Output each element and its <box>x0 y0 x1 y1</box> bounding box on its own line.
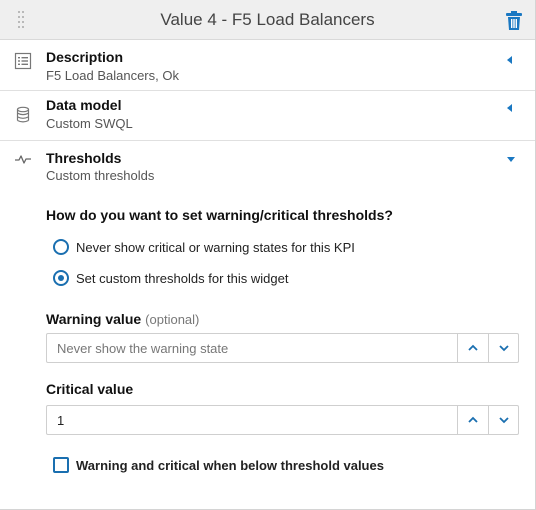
collapse-caret-icon[interactable] <box>507 157 515 162</box>
critical-value-label: Critical value <box>46 381 134 397</box>
radio-label[interactable]: Set custom thresholds for this widget <box>76 271 288 286</box>
decrement-button[interactable] <box>488 334 519 362</box>
radio-custom-thresholds[interactable] <box>53 270 69 286</box>
section-subtitle: Custom thresholds <box>46 168 155 183</box>
section-description[interactable]: Description F5 Load Balancers, Ok <box>0 41 535 91</box>
trash-icon[interactable] <box>506 11 522 30</box>
expand-caret-icon[interactable] <box>507 104 512 112</box>
chevron-down-icon <box>499 417 509 424</box>
decrement-button[interactable] <box>488 406 519 434</box>
pulse-icon <box>14 150 32 168</box>
chevron-up-icon <box>468 416 478 423</box>
warning-value-input[interactable] <box>47 334 457 362</box>
warning-value-label: Warning value (optional) <box>46 311 199 327</box>
chevron-up-icon <box>468 344 478 351</box>
section-subtitle: Custom SWQL <box>46 116 133 131</box>
critical-value-input[interactable] <box>47 406 457 434</box>
section-title: Description <box>46 49 124 65</box>
chevron-down-icon <box>499 345 509 352</box>
panel-title: Value 4 - F5 Load Balancers <box>160 10 375 29</box>
widget-settings-panel: Value 4 - F5 Load Balancers Description … <box>0 0 536 510</box>
radio-never-show[interactable] <box>53 239 69 255</box>
below-threshold-checkbox[interactable] <box>53 457 69 473</box>
critical-value-field <box>46 405 519 435</box>
section-thresholds[interactable]: Thresholds Custom thresholds <box>0 141 535 189</box>
warning-value-field <box>46 333 519 363</box>
radio-label[interactable]: Never show critical or warning states fo… <box>76 240 355 255</box>
increment-button[interactable] <box>457 406 488 434</box>
database-icon <box>14 106 32 124</box>
below-threshold-label[interactable]: Warning and critical when below threshol… <box>76 458 384 473</box>
section-title: Data model <box>46 97 122 113</box>
warning-label-text: Warning value <box>46 311 142 327</box>
section-subtitle: F5 Load Balancers, Ok <box>46 68 179 83</box>
threshold-mode-question: How do you want to set warning/critical … <box>46 207 393 223</box>
optional-hint: (optional) <box>145 312 200 327</box>
panel-header: Value 4 - F5 Load Balancers <box>0 0 535 40</box>
section-data-model[interactable]: Data model Custom SWQL <box>0 91 535 141</box>
section-title: Thresholds <box>46 150 122 166</box>
list-icon <box>14 52 32 70</box>
increment-button[interactable] <box>457 334 488 362</box>
expand-caret-icon[interactable] <box>507 56 512 64</box>
